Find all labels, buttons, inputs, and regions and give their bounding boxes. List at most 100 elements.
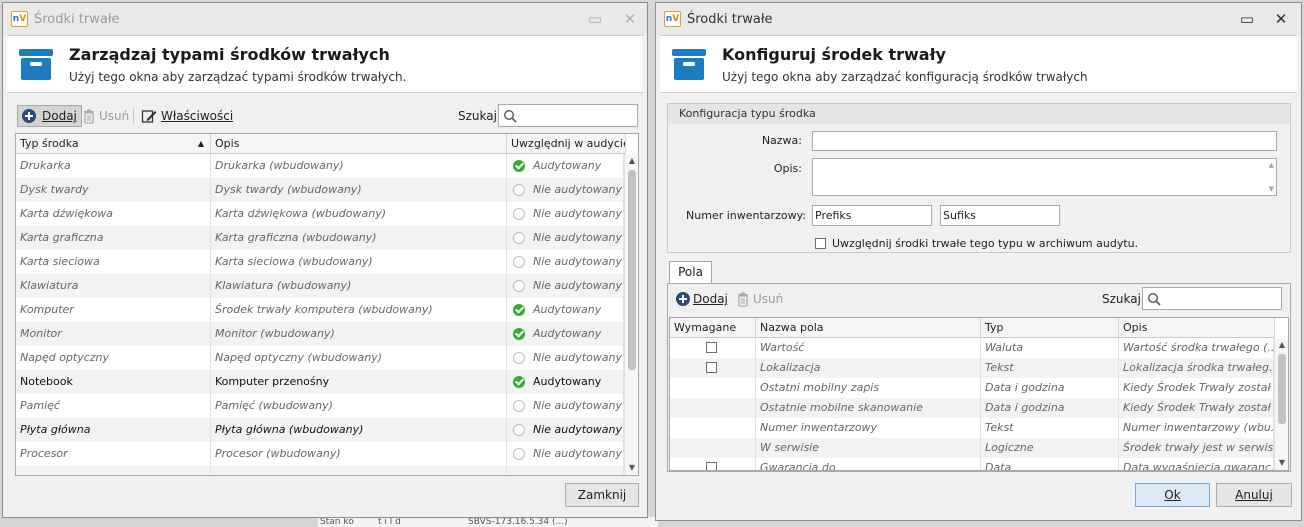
search-icon [503, 109, 517, 123]
configure-asset-window: nV Środki trwałe ▭ ✕ Konfiguruj środek t… [655, 2, 1302, 521]
archive-checkbox-label[interactable]: Uwzględnij środki trwałe tego typu w arc… [832, 237, 1138, 250]
cell-required [670, 418, 756, 438]
column-header-audit[interactable]: Uwzględnij w audycie [507, 134, 626, 154]
scroll-up-icon[interactable]: ▲ [1275, 338, 1288, 352]
column-header-required[interactable]: Wymagane [670, 318, 756, 338]
table-row[interactable]: Procesor Procesor (wbudowany) Nie audytowa… [16, 442, 624, 466]
cell-type: Procesor [16, 442, 211, 466]
table-row[interactable]: Płyta główna Płyta główna (wbudowany) Nie … [16, 418, 624, 442]
table-row[interactable]: Notebook Komputer przenośny Audytowany [16, 370, 624, 394]
close-icon[interactable]: ✕ [619, 9, 641, 29]
cell-type [16, 466, 211, 475]
name-label: Nazwa: [761, 134, 802, 147]
required-checkbox[interactable] [706, 362, 717, 373]
fields-search-input[interactable] [1142, 287, 1282, 310]
cell-description [211, 466, 507, 475]
scroll-down-icon[interactable]: ▼ [1275, 456, 1288, 470]
column-header-type[interactable]: Typ środka ▲ [16, 134, 211, 154]
fields-tab-panel: Dodaj Usuń Szukaj Wymagane Nazwa pola Ty… [667, 283, 1291, 472]
table-row[interactable]: Gwarancja do Data Data wygaśnięcia gwaranc… [670, 458, 1274, 470]
cell-description: Napęd optyczny (wbudowany) [211, 346, 507, 370]
textarea-scroll-down-icon[interactable]: ▼ [1269, 183, 1274, 195]
maximize-icon[interactable]: ▭ [584, 9, 606, 29]
cell-description: Wartość środka trwałego (... [1119, 338, 1274, 358]
cell-type: Płyta główna [16, 418, 211, 442]
scroll-down-icon[interactable]: ▼ [625, 461, 638, 475]
table-row[interactable]: Klawiatura Klawiatura (wbudowany) Nie audy… [16, 274, 624, 298]
table-row[interactable]: Karta graficzna Karta graficzna (wbudowan… [16, 226, 624, 250]
table-row[interactable]: Pamięć Pamięć (wbudowany) Nie audytowany [16, 394, 624, 418]
table-row[interactable]: Lokalizacja Tekst Lokalizacja środka trwał… [670, 358, 1274, 378]
table-row[interactable]: Komputer Środek trwały komputera (wbudowa… [16, 298, 624, 322]
cell-type: Data i godzina [981, 398, 1119, 418]
table-row[interactable]: Numer inwentarzowy Tekst Numer inwentarzow… [670, 418, 1274, 438]
archive-checkbox[interactable] [815, 238, 826, 249]
required-checkbox[interactable] [706, 342, 717, 353]
types-toolbar: Dodaj Usuń Właściwości Szukaj [15, 103, 639, 129]
cell-description: Procesor (wbudowany) [211, 442, 507, 466]
page-subtitle: Użyj tego okna aby zarządzać konfiguracj… [722, 70, 1088, 84]
fields-vertical-scrollbar[interactable]: ▲ ▼ [1274, 338, 1288, 470]
scroll-thumb[interactable] [628, 170, 636, 370]
cell-required [670, 438, 756, 458]
remove-button[interactable]: Usuń [78, 105, 134, 127]
search-icon [1147, 292, 1161, 306]
table-row[interactable]: Napęd optyczny Napęd optyczny (wbudowany)… [16, 346, 624, 370]
maximize-icon[interactable]: ▭ [1236, 9, 1258, 29]
table-header: Typ środka ▲ Opis Uwzględnij w audycie [16, 134, 626, 154]
inventory-suffix-input[interactable]: Sufiks [940, 205, 1060, 226]
not-audited-circle-icon [513, 208, 525, 220]
add-circle-icon [676, 292, 690, 306]
cell-audit: Nie audytowany [507, 346, 624, 370]
table-row[interactable] [16, 466, 624, 475]
cell-type: Karta dźwiękowa [16, 202, 211, 226]
description-textarea[interactable]: ▲ ▼ [812, 158, 1277, 196]
close-button[interactable]: Zamknij [565, 483, 639, 507]
title-bar[interactable]: nV Środki trwałe ▭ ✕ [656, 3, 1301, 35]
cell-required [670, 338, 756, 358]
cell-description: Lokalizacja środka trwałeg... [1119, 358, 1274, 378]
cell-description: Płyta główna (wbudowany) [211, 418, 507, 442]
required-checkbox[interactable] [706, 462, 717, 470]
scroll-up-icon[interactable]: ▲ [625, 154, 638, 168]
table-row[interactable]: Drukarka Drukarka (wbudowany) Audytowany [16, 154, 624, 178]
properties-button[interactable]: Właściwości [138, 105, 238, 127]
cell-audit: Nie audytowany [507, 442, 624, 466]
table-row[interactable]: Ostatni mobilny zapis Data i godzina Kiedy… [670, 378, 1274, 398]
vertical-scrollbar[interactable]: ▲ ▼ [624, 154, 638, 475]
textarea-scroll-up-icon[interactable]: ▲ [1269, 159, 1274, 171]
remove-field-button[interactable]: Usuń [732, 288, 788, 310]
fields-toolbar: Dodaj Usuń Szukaj [670, 286, 1288, 312]
cell-type: Monitor [16, 322, 211, 346]
cancel-button[interactable]: Anuluj [1216, 483, 1292, 507]
window-title: Środki trwałe [687, 12, 773, 27]
scroll-thumb[interactable] [1278, 354, 1286, 424]
column-header-description[interactable]: Opis [211, 134, 507, 154]
table-row[interactable]: Karta sieciowa Karta sieciowa (wbudowany)… [16, 250, 624, 274]
trash-icon [738, 292, 748, 307]
table-row[interactable]: Monitor Monitor (wbudowany) Audytowany [16, 322, 624, 346]
add-field-button[interactable]: Dodaj [672, 288, 733, 310]
table-row[interactable]: Ostatnie mobilne skanowanie Data i godzin… [670, 398, 1274, 418]
search-input[interactable] [498, 104, 638, 127]
title-bar[interactable]: nV Środki trwałe ▭ ✕ [3, 3, 647, 35]
inventory-prefix-input[interactable]: Prefiks [812, 205, 932, 226]
fields-table: Wymagane Nazwa pola Typ Opis Wartość Walu… [669, 317, 1289, 471]
tab-fields[interactable]: Pola [669, 261, 712, 284]
ok-button[interactable]: Ok [1135, 483, 1210, 507]
add-button[interactable]: Dodaj [17, 105, 82, 127]
table-row[interactable]: W serwisie Logiczne Środek trwały jest w s… [670, 438, 1274, 458]
name-input[interactable] [812, 131, 1277, 151]
table-row[interactable]: Dysk twardy Dysk twardy (wbudowany) Nie au… [16, 178, 624, 202]
audited-check-icon [513, 376, 525, 388]
cell-audit: Nie audytowany [507, 178, 624, 202]
column-header-type[interactable]: Typ [981, 318, 1119, 338]
table-row[interactable]: Karta dźwiękowa Karta dźwiękowa (wbudowan… [16, 202, 624, 226]
column-header-field-name[interactable]: Nazwa pola [756, 318, 981, 338]
column-header-description[interactable]: Opis [1119, 318, 1275, 338]
cell-field-name: Numer inwentarzowy [756, 418, 981, 438]
cell-audit: Audytowany [507, 322, 624, 346]
cell-type: Klawiatura [16, 274, 211, 298]
close-icon[interactable]: ✕ [1270, 9, 1292, 29]
table-row[interactable]: Wartość Waluta Wartość środka trwałego (..… [670, 338, 1274, 358]
